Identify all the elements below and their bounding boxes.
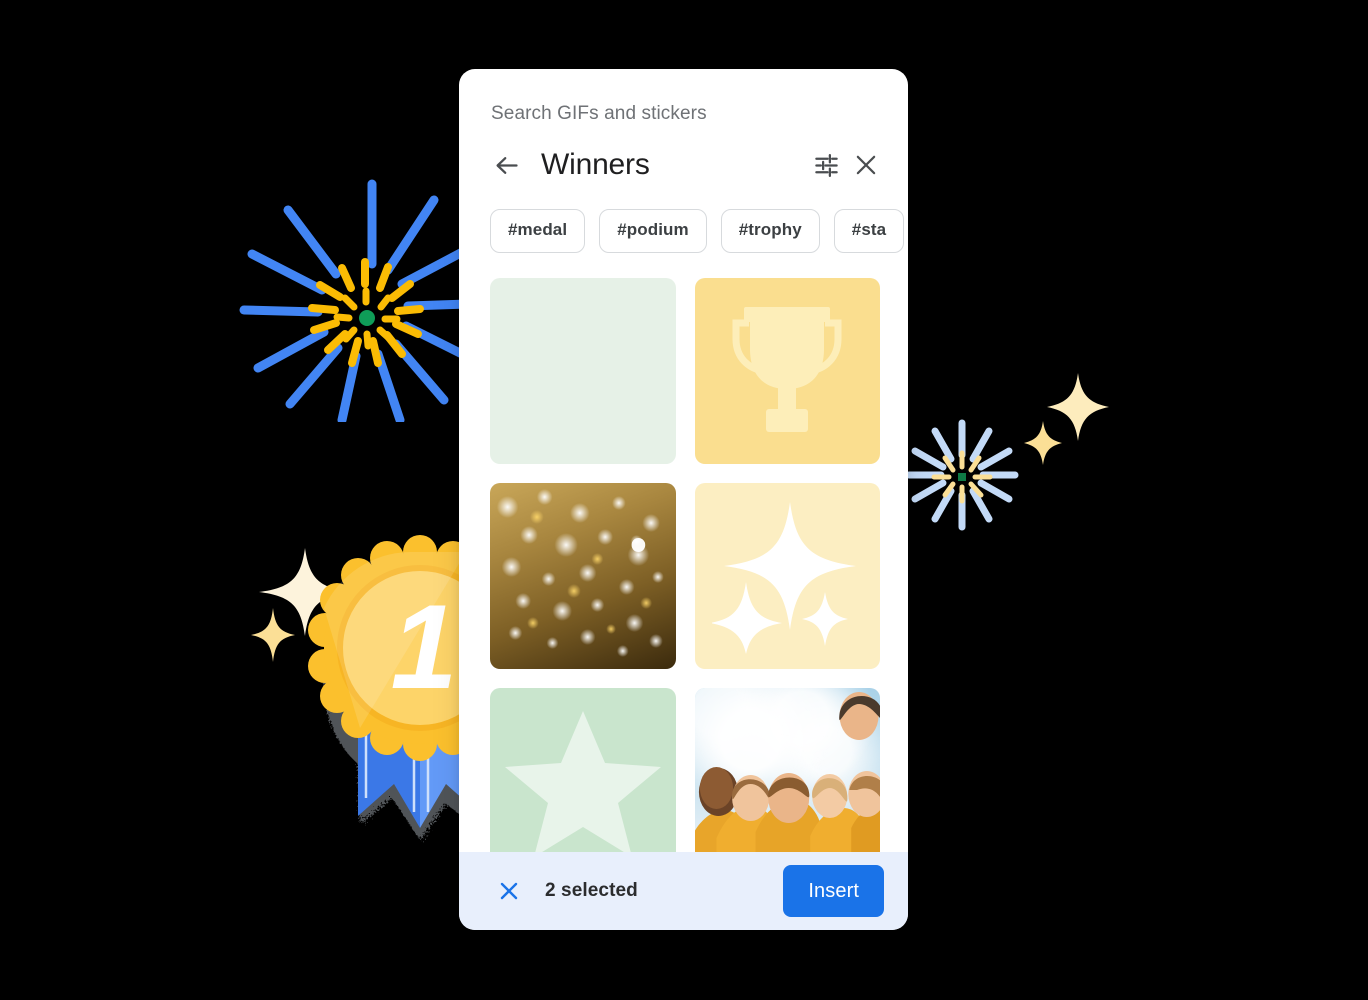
close-icon[interactable] [846, 145, 886, 185]
svg-text:1: 1 [391, 580, 458, 714]
search-input[interactable]: Search GIFs and stickers [459, 69, 908, 125]
insert-button[interactable]: Insert [783, 865, 884, 917]
chip-trophy[interactable]: #trophy [720, 209, 820, 253]
gif-picker-dialog: Search GIFs and stickers Winners #medal … [459, 69, 908, 930]
firework-blue-icon [222, 172, 475, 425]
sparkle-icon [712, 502, 857, 654]
glitter-texture [496, 489, 664, 657]
chip-medal[interactable]: #medal [490, 209, 586, 253]
sparkle-left-icon [243, 534, 373, 664]
tile-team-photo[interactable] [694, 688, 880, 852]
tile-mint-blank[interactable] [490, 278, 676, 464]
sticker-grid [459, 253, 908, 852]
tile-gold-glitter[interactable] [490, 483, 676, 669]
trophy-icon [732, 307, 842, 432]
chip-podium[interactable]: #podium [599, 209, 707, 253]
star-icon [504, 711, 661, 852]
tile-trophy[interactable] [694, 278, 880, 464]
tune-filter-icon[interactable] [806, 145, 846, 185]
firework-light-blue-icon [903, 415, 1021, 533]
tile-sparkles[interactable] [694, 483, 880, 669]
page-title: Winners [541, 148, 650, 181]
people-group [694, 692, 880, 852]
selected-count-label: 2 selected [545, 880, 638, 901]
chip-star[interactable]: #sta [833, 209, 905, 253]
scene: 1 Search GIFs and stickers Winners #meda… [0, 0, 1368, 1000]
dialog-header: Winners [459, 125, 908, 185]
sparkle-right-icon [1015, 365, 1115, 465]
tag-chips: #medal #podium #trophy #sta [459, 185, 908, 253]
back-arrow-icon[interactable] [487, 145, 527, 185]
tile-star[interactable] [490, 688, 676, 852]
clear-selection-icon[interactable] [489, 871, 529, 911]
selection-action-bar: 2 selected Insert [459, 852, 908, 930]
